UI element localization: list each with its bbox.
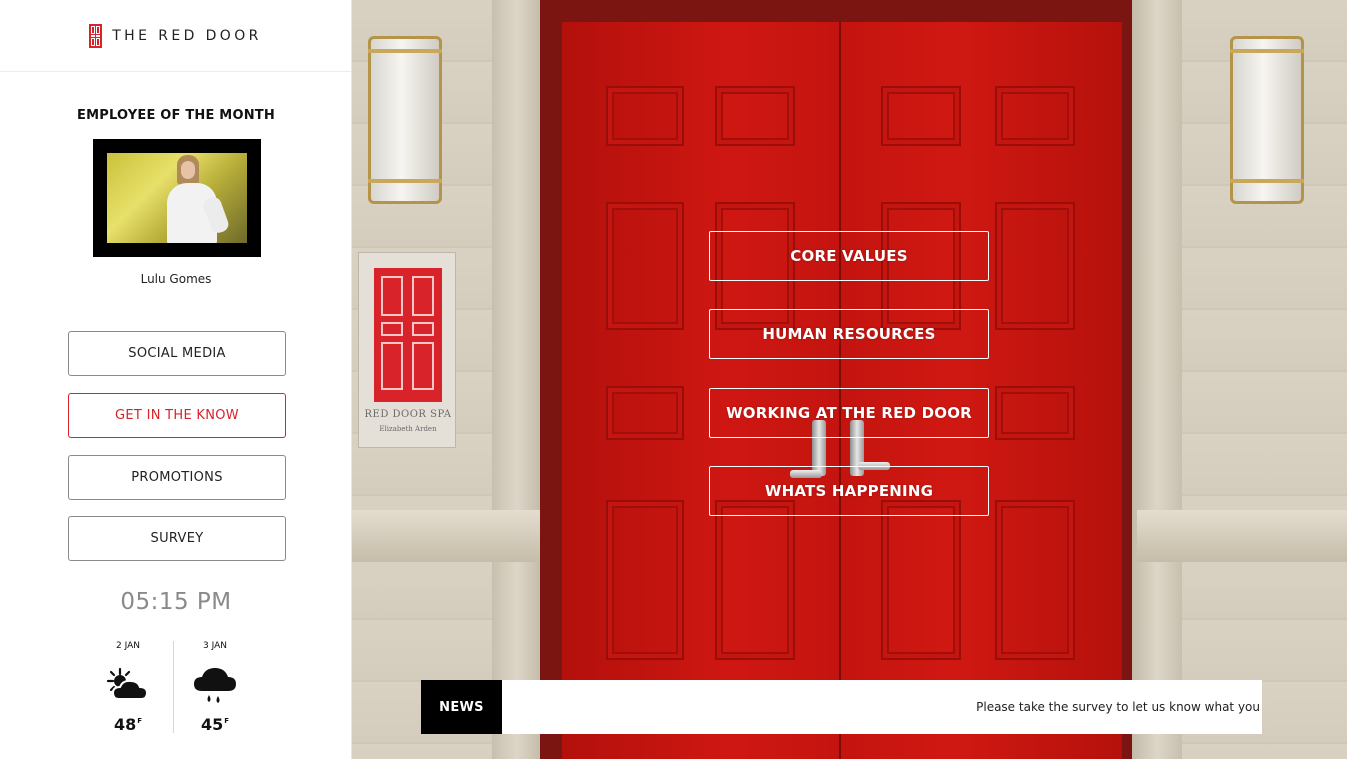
- employee-name: Lulu Gomes: [140, 272, 212, 286]
- employee-of-month-title: EMPLOYEE OF THE MONTH: [77, 108, 275, 123]
- news-ticker: NEWS Please take the survey to let us kn…: [421, 680, 1262, 734]
- whats-happening-button[interactable]: WHATS HAPPENING: [709, 466, 989, 516]
- get-in-the-know-button[interactable]: GET IN THE KNOW: [68, 393, 286, 438]
- brand-header: THE RED DOOR: [0, 0, 351, 72]
- wall-lamp-left: [368, 36, 442, 204]
- weather-date: 3 JAN: [203, 641, 227, 651]
- core-values-button[interactable]: CORE VALUES: [709, 231, 989, 281]
- clock: 05:15 PM: [120, 589, 232, 615]
- social-media-button[interactable]: SOCIAL MEDIA: [68, 331, 286, 376]
- news-text: Please take the survey to let us know wh…: [976, 700, 1260, 714]
- weather-temp: 45F: [200, 715, 230, 734]
- rain-cloud-icon: [190, 665, 240, 707]
- sign-subtitle: Elizabeth Arden: [379, 425, 437, 433]
- promotions-button[interactable]: PROMOTIONS: [68, 455, 286, 500]
- weather-temp: 48F: [113, 715, 143, 734]
- employee-photo: [93, 139, 261, 257]
- brand-name: THE RED DOOR: [112, 27, 262, 44]
- weather-day-2: 3 JAN 45F: [175, 641, 255, 734]
- red-door-logo-icon: [89, 23, 103, 48]
- survey-button[interactable]: SURVEY: [68, 516, 286, 561]
- weather-date: 2 JAN: [116, 641, 140, 651]
- sidebar: THE RED DOOR EMPLOYEE OF THE MONTH Lulu …: [0, 0, 352, 759]
- working-at-the-red-door-button[interactable]: WORKING AT THE RED DOOR: [709, 388, 989, 438]
- spa-sign: RED DOOR SPA Elizabeth Arden: [358, 252, 456, 448]
- weather-day-1: 2 JAN 48F: [88, 641, 168, 734]
- news-label: NEWS: [421, 680, 502, 734]
- wall-lamp-right: [1230, 36, 1304, 204]
- human-resources-button[interactable]: HUMAN RESOURCES: [709, 309, 989, 359]
- sign-title: RED DOOR SPA: [364, 409, 452, 420]
- main-background: RED DOOR SPA Elizabeth Arden CORE VALUES…: [352, 0, 1347, 759]
- partly-cloudy-sun-icon: [103, 665, 153, 707]
- weather-divider: [173, 641, 174, 733]
- red-door-sign-logo-icon: [374, 268, 442, 402]
